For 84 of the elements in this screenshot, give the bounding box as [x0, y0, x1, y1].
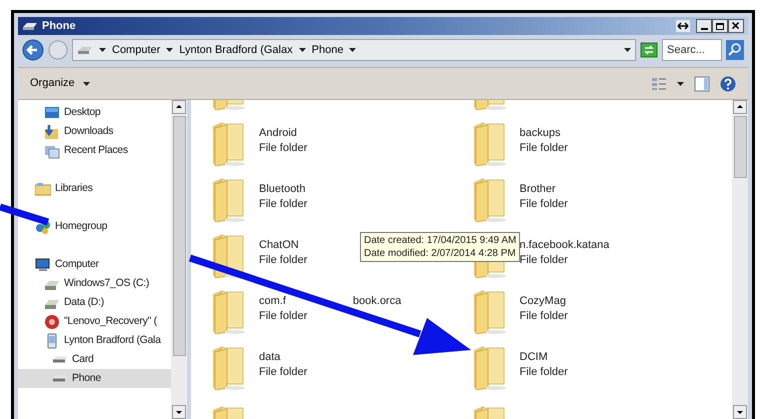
drive-icon: [52, 356, 68, 363]
breadcrumb[interactable]: Phone: [312, 42, 344, 58]
file-name: Android: [259, 126, 298, 141]
file-name: CozyMag: [520, 294, 567, 309]
breadcrumb[interactable]: Lynton Bradford (Galax: [179, 42, 293, 58]
scroll-up-icon[interactable]: [172, 100, 186, 114]
folder-icon: [211, 120, 245, 166]
file-name: ChatON: [259, 238, 300, 253]
address-field[interactable]: Computer Lynton Bradford (Galax Phone: [72, 39, 636, 61]
file-name: Bluetooth: [259, 182, 306, 197]
file-type: File folder: [520, 309, 568, 324]
folder-icon: [211, 232, 245, 278]
nav-item[interactable]: Computer: [55, 256, 99, 272]
file-name-fragment: book.orca: [352, 294, 402, 309]
organize-button[interactable]: Organize: [30, 75, 90, 92]
nav-item[interactable]: Recent Places: [64, 142, 128, 158]
nav-item[interactable]: Downloads: [64, 124, 114, 140]
nav-item[interactable]: Desktop: [64, 104, 100, 120]
preview-pane-icon[interactable]: [694, 76, 710, 92]
file-type: File folder: [259, 253, 308, 268]
file-name-fragment: com.f: [259, 294, 286, 309]
nav-item[interactable]: Lynton Bradford (Gala: [64, 332, 161, 348]
dropdown-caret-icon[interactable]: [624, 48, 631, 52]
nav-item[interactable]: Card: [18, 350, 171, 369]
file-name: DCIM: [520, 350, 549, 365]
file-type: File folder: [520, 365, 568, 380]
search-field[interactable]: Searc...: [662, 39, 722, 61]
nav-item[interactable]: Phone: [18, 369, 171, 388]
chevron-icon: [99, 48, 106, 52]
breadcrumb[interactable]: Computer: [112, 42, 160, 58]
folder-icon: [211, 176, 245, 222]
file-name: data: [259, 350, 282, 365]
close-button[interactable]: [728, 19, 744, 33]
scrollbar[interactable]: [171, 100, 187, 419]
help-icon[interactable]: [720, 76, 736, 92]
file-type: File folder: [259, 365, 308, 380]
folder-icon: [211, 288, 245, 334]
tooltip: Date created: 17/04/2015 9:49 AM Date modified: 2/07/2014 4:28 PM: [360, 232, 520, 262]
scroll-down-icon[interactable]: [172, 405, 186, 419]
nav-item[interactable]: "Lenovo_Recovery" (: [64, 314, 157, 330]
disc-icon: [44, 314, 60, 330]
drive-icon: [52, 375, 68, 382]
view-options-icon[interactable]: [651, 76, 667, 90]
chevron-icon: [349, 48, 356, 52]
file-type: File folder: [259, 309, 308, 324]
nav-item[interactable]: Data (D:): [64, 294, 104, 310]
nav-item[interactable]: Windows7_OS (C:): [64, 276, 150, 292]
file-type: File folder: [259, 141, 308, 156]
computer-icon: [35, 256, 51, 272]
search-icon[interactable]: [726, 40, 744, 60]
scroll-thumb[interactable]: [734, 116, 746, 178]
folder-icon: [472, 288, 506, 334]
chevron-icon: [298, 48, 306, 52]
scroll-up-icon[interactable]: [733, 100, 747, 114]
scroll-thumb[interactable]: [172, 116, 186, 356]
drive-icon: [77, 46, 93, 54]
scrollbar[interactable]: [732, 100, 748, 419]
desktop-icon: [44, 104, 60, 120]
download-folder-icon: [44, 124, 60, 140]
window-title: Phone: [42, 18, 76, 34]
scroll-down-icon[interactable]: [733, 405, 747, 419]
dropdown-caret-icon[interactable]: [677, 82, 684, 86]
file-type: File folder: [520, 197, 568, 212]
refresh-icon[interactable]: [640, 42, 658, 58]
folder-icon: [472, 344, 506, 390]
folder-icon: [472, 120, 506, 166]
nav-item[interactable]: Libraries: [55, 180, 93, 196]
file-name: n.facebook.katana: [520, 238, 610, 253]
back-button[interactable]: [22, 39, 44, 61]
dropdown-caret-icon: [82, 82, 90, 86]
drive-icon: [22, 22, 38, 30]
chevron-icon: [166, 48, 174, 52]
file-type: File folder: [259, 197, 308, 212]
folder-icon: [211, 344, 245, 390]
resize-icon[interactable]: [676, 20, 690, 32]
folder-icon: [472, 176, 506, 222]
library-icon: [35, 180, 51, 196]
file-type: File folder: [520, 253, 569, 268]
maximize-button[interactable]: [712, 19, 728, 33]
minimize-button[interactable]: [696, 19, 712, 33]
nav-item[interactable]: Homegroup: [55, 218, 108, 234]
file-name: backups: [520, 126, 562, 141]
file-type: File folder: [520, 141, 568, 156]
file-name: Brother: [520, 182, 557, 197]
